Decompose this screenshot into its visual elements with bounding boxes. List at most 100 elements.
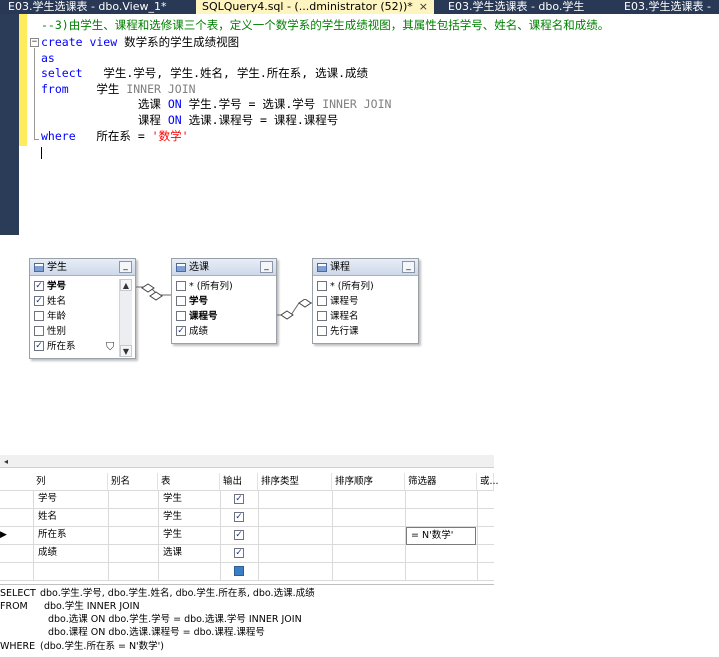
output-checkbox[interactable]: ✓ xyxy=(234,548,244,558)
column-row[interactable]: ✓ 学号 xyxy=(32,279,117,294)
grid-cell-table[interactable]: 学生 xyxy=(159,490,182,508)
collapse-toggle-icon[interactable]: − xyxy=(30,38,39,47)
sql-line: dbo.课程 ON dbo.选课.课程号 = dbo.课程.课程号 xyxy=(48,627,265,638)
minimize-icon[interactable]: _ xyxy=(119,261,132,273)
column-checkbox[interactable] xyxy=(34,326,44,336)
diagram-table-enrollment[interactable]: 选课 _ * (所有列) 学号 课程号 ✓ 成绩 xyxy=(171,258,277,344)
column-row[interactable]: ✓ 所在系 ⛉ xyxy=(32,339,117,354)
diagram-table-course[interactable]: 课程 _ * (所有列) 课程号 课程名 先行课 xyxy=(312,258,419,344)
column-checkbox[interactable] xyxy=(176,311,186,321)
table-header[interactable]: 选课 _ xyxy=(172,259,276,276)
keyword: ON xyxy=(167,113,182,127)
grid-header-column[interactable]: 列 xyxy=(33,473,108,490)
grid-cell-column[interactable]: 成绩 xyxy=(34,544,57,562)
column-checkbox[interactable] xyxy=(317,311,327,321)
grid-header-sort-order[interactable]: 排序顺序 xyxy=(332,473,405,490)
column-label: 成绩 xyxy=(189,326,209,337)
column-checkbox[interactable] xyxy=(317,281,327,291)
code-line-join2: 课程 ON 选课.课程号 = 课程.课程号 xyxy=(41,113,338,128)
grid-divider xyxy=(0,562,494,563)
table-header[interactable]: 课程 _ xyxy=(313,259,418,276)
code-line-where: where 所在系 = '数学' xyxy=(41,129,189,144)
tab-more[interactable]: E03.学生选课表 - xyxy=(618,0,717,14)
column-checkbox[interactable]: ✓ xyxy=(34,281,44,291)
code-line-from: from 学生 INNER JOIN xyxy=(41,82,196,97)
grid-divider xyxy=(0,508,494,509)
tab-sqlquery4[interactable]: SQLQuery4.sql - (...dministrator (52))* × xyxy=(196,0,434,14)
column-row[interactable]: * (所有列) xyxy=(174,279,274,294)
scroll-up-icon[interactable]: ▲ xyxy=(120,279,132,291)
keyword-join: INNER JOIN xyxy=(126,82,196,96)
output-checkbox[interactable]: ✓ xyxy=(234,512,244,522)
code-comment-line: --3)由学生、课程和选修课三个表，定义一个数学系的学生成绩视图，其属性包括学号… xyxy=(41,18,610,32)
column-row[interactable]: * (所有列) xyxy=(315,279,415,294)
grid-header-table[interactable]: 表 xyxy=(158,473,220,490)
minimize-icon[interactable]: _ xyxy=(402,261,415,273)
grid-cell-table[interactable]: 学生 xyxy=(159,526,182,544)
column-row[interactable]: 课程号 xyxy=(174,309,274,324)
close-icon[interactable]: × xyxy=(419,0,428,13)
minimize-icon[interactable]: _ xyxy=(260,261,273,273)
column-row[interactable]: ✓ 成绩 xyxy=(174,324,274,339)
keyword: where xyxy=(41,129,76,143)
table-header[interactable]: 学生 _ xyxy=(30,259,135,276)
column-checkbox[interactable]: ✓ xyxy=(176,326,186,336)
text-caret xyxy=(41,147,42,159)
scroll-down-icon[interactable]: ▼ xyxy=(120,345,132,357)
code-line-join1: 选课 ON 学生.学号 = 选课.学号 INNER JOIN xyxy=(41,97,392,112)
column-label: 学号 xyxy=(189,296,209,307)
join-connector[interactable] xyxy=(277,299,313,321)
code-text: 学生.学号 = 选课.学号 xyxy=(181,97,323,111)
column-row[interactable]: 年龄 xyxy=(32,309,117,324)
column-checkbox[interactable] xyxy=(317,296,327,306)
join-connector[interactable] xyxy=(136,283,172,303)
column-row[interactable]: 先行课 xyxy=(315,324,415,339)
grid-cell-column[interactable]: 所在系 xyxy=(34,526,67,544)
grid-header-alias[interactable]: 别名 xyxy=(108,473,158,490)
column-checkbox[interactable] xyxy=(34,311,44,321)
column-row[interactable]: 课程名 xyxy=(315,309,415,324)
grid-cell-table[interactable]: 选课 xyxy=(159,544,182,562)
tab-label: E03.学生选课表 - dbo.View_1* xyxy=(8,0,167,13)
grid-divider xyxy=(0,490,494,491)
grid-header-or[interactable]: 或... xyxy=(477,473,499,490)
diagram-table-student[interactable]: 学生 _ ✓ 学号 ✓ 姓名 年龄 性别 ✓ 所在系 ⛉ ▲ ▼ xyxy=(29,258,136,359)
tab-label: E03.学生选课表 - dbo.学生 xyxy=(448,0,585,13)
grid-divider xyxy=(108,490,109,580)
code-line-create: create view 数学系的学生成绩视图 xyxy=(41,35,239,50)
column-row[interactable]: 学号 xyxy=(174,294,274,309)
scroll-left-icon[interactable]: ◂ xyxy=(1,456,11,467)
new-row-output-checkbox[interactable] xyxy=(234,566,244,576)
grid-header-filter[interactable]: 筛选器 xyxy=(405,473,477,490)
grid-divider xyxy=(220,490,221,580)
keyword-join: INNER JOIN xyxy=(322,97,392,111)
sql-keyword: FROM xyxy=(0,601,28,612)
column-checkbox[interactable]: ✓ xyxy=(34,296,44,306)
column-checkbox[interactable] xyxy=(176,296,186,306)
string-literal: '数学' xyxy=(151,129,189,143)
column-row[interactable]: 性别 xyxy=(32,324,117,339)
column-checkbox[interactable] xyxy=(317,326,327,336)
filter-cell-editor[interactable]: = N'数学' xyxy=(406,527,476,545)
grid-cell-table[interactable]: 学生 xyxy=(159,508,182,526)
sql-line: (dbo.学生.所在系 = N'数学') xyxy=(40,641,164,652)
column-list: * (所有列) 学号 课程号 ✓ 成绩 xyxy=(174,279,274,339)
column-row[interactable]: 课程号 xyxy=(315,294,415,309)
tab-student-table[interactable]: E03.学生选课表 - dbo.学生 xyxy=(442,0,590,14)
grid-header-output[interactable]: 输出 xyxy=(220,473,258,490)
vertical-scrollbar[interactable]: ▲ ▼ xyxy=(119,279,132,357)
keyword: create view xyxy=(41,35,118,49)
column-row[interactable]: ✓ 姓名 xyxy=(32,294,117,309)
grid-header-sort-type[interactable]: 排序类型 xyxy=(258,473,332,490)
output-checkbox[interactable]: ✓ xyxy=(234,530,244,540)
column-label: * (所有列) xyxy=(189,281,233,292)
grid-cell-column[interactable]: 姓名 xyxy=(34,508,57,526)
column-checkbox[interactable] xyxy=(176,281,186,291)
column-checkbox[interactable]: ✓ xyxy=(34,341,44,351)
horizontal-scrollbar[interactable]: ◂ xyxy=(0,455,494,468)
output-checkbox[interactable]: ✓ xyxy=(234,494,244,504)
grid-cell-column[interactable]: 学号 xyxy=(34,490,57,508)
current-row-icon: ▶ xyxy=(0,530,7,540)
table-icon xyxy=(176,263,186,272)
tab-view1[interactable]: E03.学生选课表 - dbo.View_1* xyxy=(2,0,173,14)
